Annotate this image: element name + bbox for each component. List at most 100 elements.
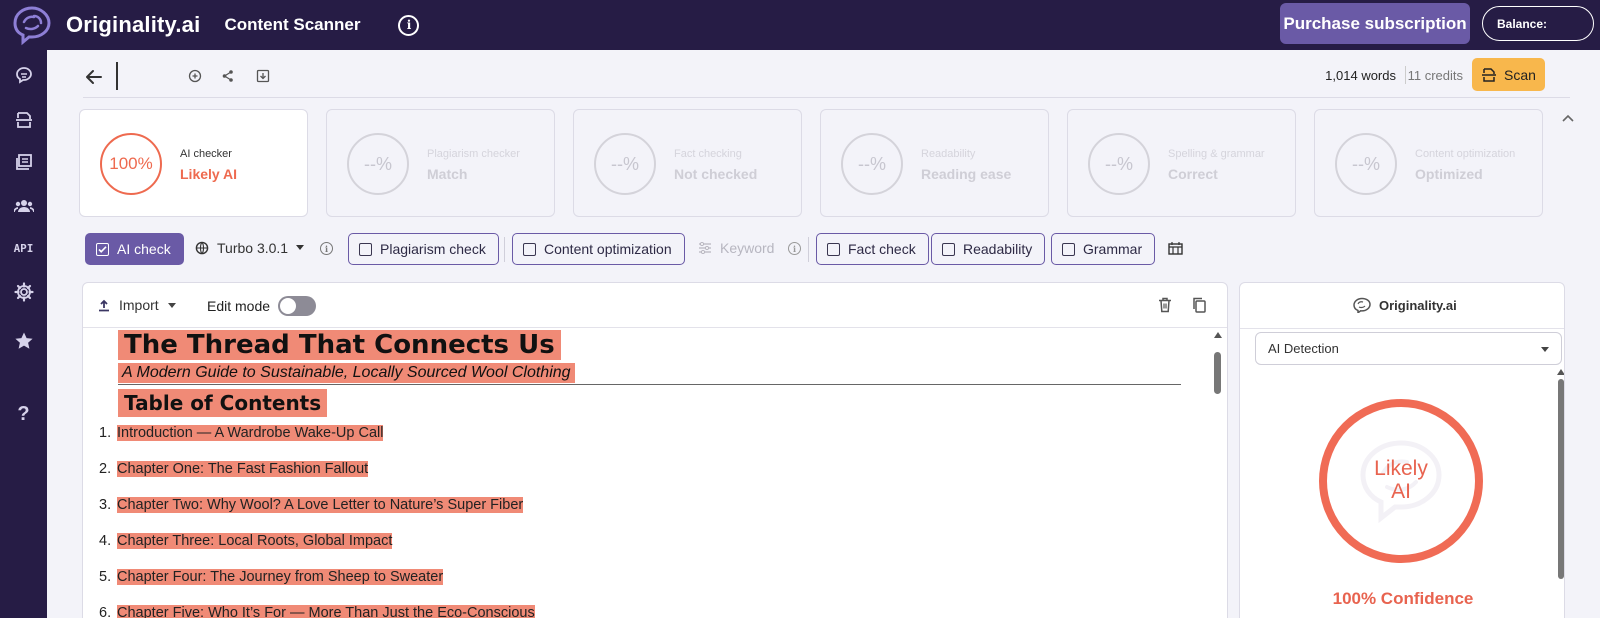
editor-header: Import Edit mode: [83, 283, 1227, 328]
sidebar-item-team[interactable]: [0, 191, 47, 221]
download-icon[interactable]: [255, 68, 271, 84]
checkbox-icon: [523, 242, 536, 256]
chip-divider: [504, 237, 505, 262]
toolbar-divider: [1405, 66, 1406, 84]
sidebar-item-ai-scan[interactable]: [0, 60, 47, 90]
toc-text: Chapter Four: The Journey from Sheep to …: [117, 569, 444, 585]
ai-score-ring: 100%: [100, 133, 162, 195]
ai-check-toggle[interactable]: AI check: [85, 233, 184, 265]
sidebar: API ?: [0, 50, 47, 618]
readability-card[interactable]: --% Readability Reading ease: [820, 109, 1049, 217]
card-label: Readability: [921, 148, 976, 160]
brand-logo[interactable]: Originality.ai: [10, 4, 200, 46]
purchase-subscription-button[interactable]: Purchase subscription: [1280, 3, 1470, 44]
keyword-label: Keyword: [720, 240, 775, 256]
toc-text: Chapter Five: Who It’s For — More Than J…: [117, 605, 535, 618]
edit-mode-toggle[interactable]: [278, 296, 316, 316]
trash-icon[interactable]: [1158, 297, 1172, 313]
content-optimization-toggle[interactable]: Content optimization: [512, 233, 685, 265]
sidebar-item-settings[interactable]: [0, 277, 47, 307]
result-panel: Originality.ai AI Detection Likely AI 10…: [1239, 282, 1565, 618]
card-value: Likely AI: [180, 166, 238, 182]
toc-number: 3.: [99, 497, 112, 513]
word-count: 1,014 words: [1325, 68, 1396, 83]
fact-check-toggle[interactable]: Fact check: [816, 233, 929, 265]
readability-score-ring: --%: [841, 133, 903, 195]
toc-number: 4.: [99, 533, 112, 549]
sidebar-item-scanner[interactable]: [0, 105, 47, 135]
toc-number: 1.: [99, 425, 112, 441]
grammar-toggle[interactable]: Grammar: [1051, 233, 1156, 265]
toc-item: 4. Chapter Three: Local Roots, Global Imp…: [99, 532, 393, 550]
editor-scrollbar[interactable]: [1209, 328, 1227, 618]
balance-pill[interactable]: Balance:: [1482, 6, 1594, 41]
toc-number: 2.: [99, 461, 112, 477]
grammar-score-ring: --%: [1088, 133, 1150, 195]
add-circle-icon[interactable]: [187, 68, 203, 84]
scan-button[interactable]: Scan: [1472, 58, 1545, 91]
sidebar-item-help[interactable]: ?: [0, 399, 47, 429]
star-icon: [14, 332, 33, 349]
keyword-info-icon[interactable]: i: [788, 242, 801, 255]
document-content[interactable]: The Thread That Connects Us A Modern Gui…: [83, 328, 1201, 618]
settings-gear-icon: [13, 282, 34, 302]
toc-number: 5.: [99, 569, 112, 585]
card-value: Reading ease: [921, 166, 1012, 182]
toc-heading: Table of Contents: [118, 389, 328, 417]
calendar-icon[interactable]: [1168, 241, 1183, 255]
readability-toggle[interactable]: Readability: [931, 233, 1046, 265]
content-optimization-card[interactable]: --% Content optimization Optimized: [1314, 109, 1543, 217]
sidebar-item-library[interactable]: [0, 147, 47, 177]
detection-mode-select[interactable]: AI Detection: [1255, 332, 1562, 365]
plagiarism-checker-card[interactable]: --% Plagiarism checker Match: [326, 109, 555, 217]
edit-mode-label: Edit mode: [207, 298, 271, 314]
import-label: Import: [119, 297, 159, 313]
verdict-text: Likely AI: [1327, 457, 1475, 503]
ai-checker-card[interactable]: 100% AI checker Likely AI: [79, 109, 308, 217]
toc-text: Chapter One: The Fast Fashion Fallout: [117, 461, 369, 477]
chip-divider: [808, 237, 809, 262]
card-value: Correct: [1168, 166, 1218, 182]
model-info-icon[interactable]: i: [320, 242, 333, 255]
optimization-score-ring: --%: [1335, 133, 1397, 195]
fact-checking-card[interactable]: --% Fact checking Not checked: [573, 109, 802, 217]
sidebar-item-api[interactable]: API: [0, 233, 47, 263]
document-toolbar: 1,014 words 11 credits Scan: [83, 58, 1570, 98]
sidebar-item-favorites[interactable]: [0, 326, 47, 356]
scroll-up-arrow-icon[interactable]: [1214, 332, 1222, 338]
share-icon[interactable]: [220, 68, 236, 84]
fact-check-label: Fact check: [848, 241, 916, 257]
card-label: AI checker: [180, 148, 232, 160]
chevron-up-icon[interactable]: [1561, 113, 1575, 123]
horizontal-rule: [118, 384, 1181, 385]
content-optimization-label: Content optimization: [544, 241, 672, 257]
scroll-thumb[interactable]: [1214, 352, 1221, 394]
toc-item: 3. Chapter Two: Why Wool? A Love Letter t…: [99, 496, 524, 514]
panel-scroll-thumb[interactable]: [1558, 379, 1564, 579]
plagiarism-check-toggle[interactable]: Plagiarism check: [348, 233, 499, 265]
model-selector[interactable]: Turbo 3.0.1: [195, 240, 305, 256]
sidebar-api-label: API: [13, 241, 34, 255]
verdict-line-1: Likely: [1374, 457, 1428, 480]
info-icon[interactable]: i: [398, 14, 420, 36]
chevron-down-icon: [296, 245, 305, 250]
toc-item: 5. Chapter Four: The Journey from Sheep t…: [99, 568, 444, 586]
toc-number: 6.: [99, 605, 112, 618]
keyword-setting[interactable]: Keyword: [698, 240, 774, 256]
grammar-label: Grammar: [1083, 241, 1143, 257]
copy-icon[interactable]: [1191, 296, 1207, 314]
verdict-line-2: AI: [1391, 480, 1411, 503]
import-button[interactable]: Import: [98, 297, 176, 313]
document-name-caret[interactable]: [116, 62, 118, 90]
spelling-grammar-card[interactable]: --% Spelling & grammar Correct: [1067, 109, 1296, 217]
sliders-icon: [699, 242, 711, 254]
detection-mode-value: AI Detection: [1268, 341, 1339, 356]
scroll-up-arrow-icon[interactable]: [1557, 369, 1564, 375]
checkbox-icon: [942, 242, 955, 256]
credits-count: 11 credits: [1407, 68, 1463, 83]
fact-score-ring: --%: [594, 133, 656, 195]
plagiarism-score-ring: --%: [347, 133, 409, 195]
back-arrow-icon[interactable]: [83, 66, 105, 88]
card-label: Plagiarism checker: [427, 148, 520, 160]
toc-item: 1. Introduction — A Wardrobe Wake-Up Call: [99, 424, 384, 442]
